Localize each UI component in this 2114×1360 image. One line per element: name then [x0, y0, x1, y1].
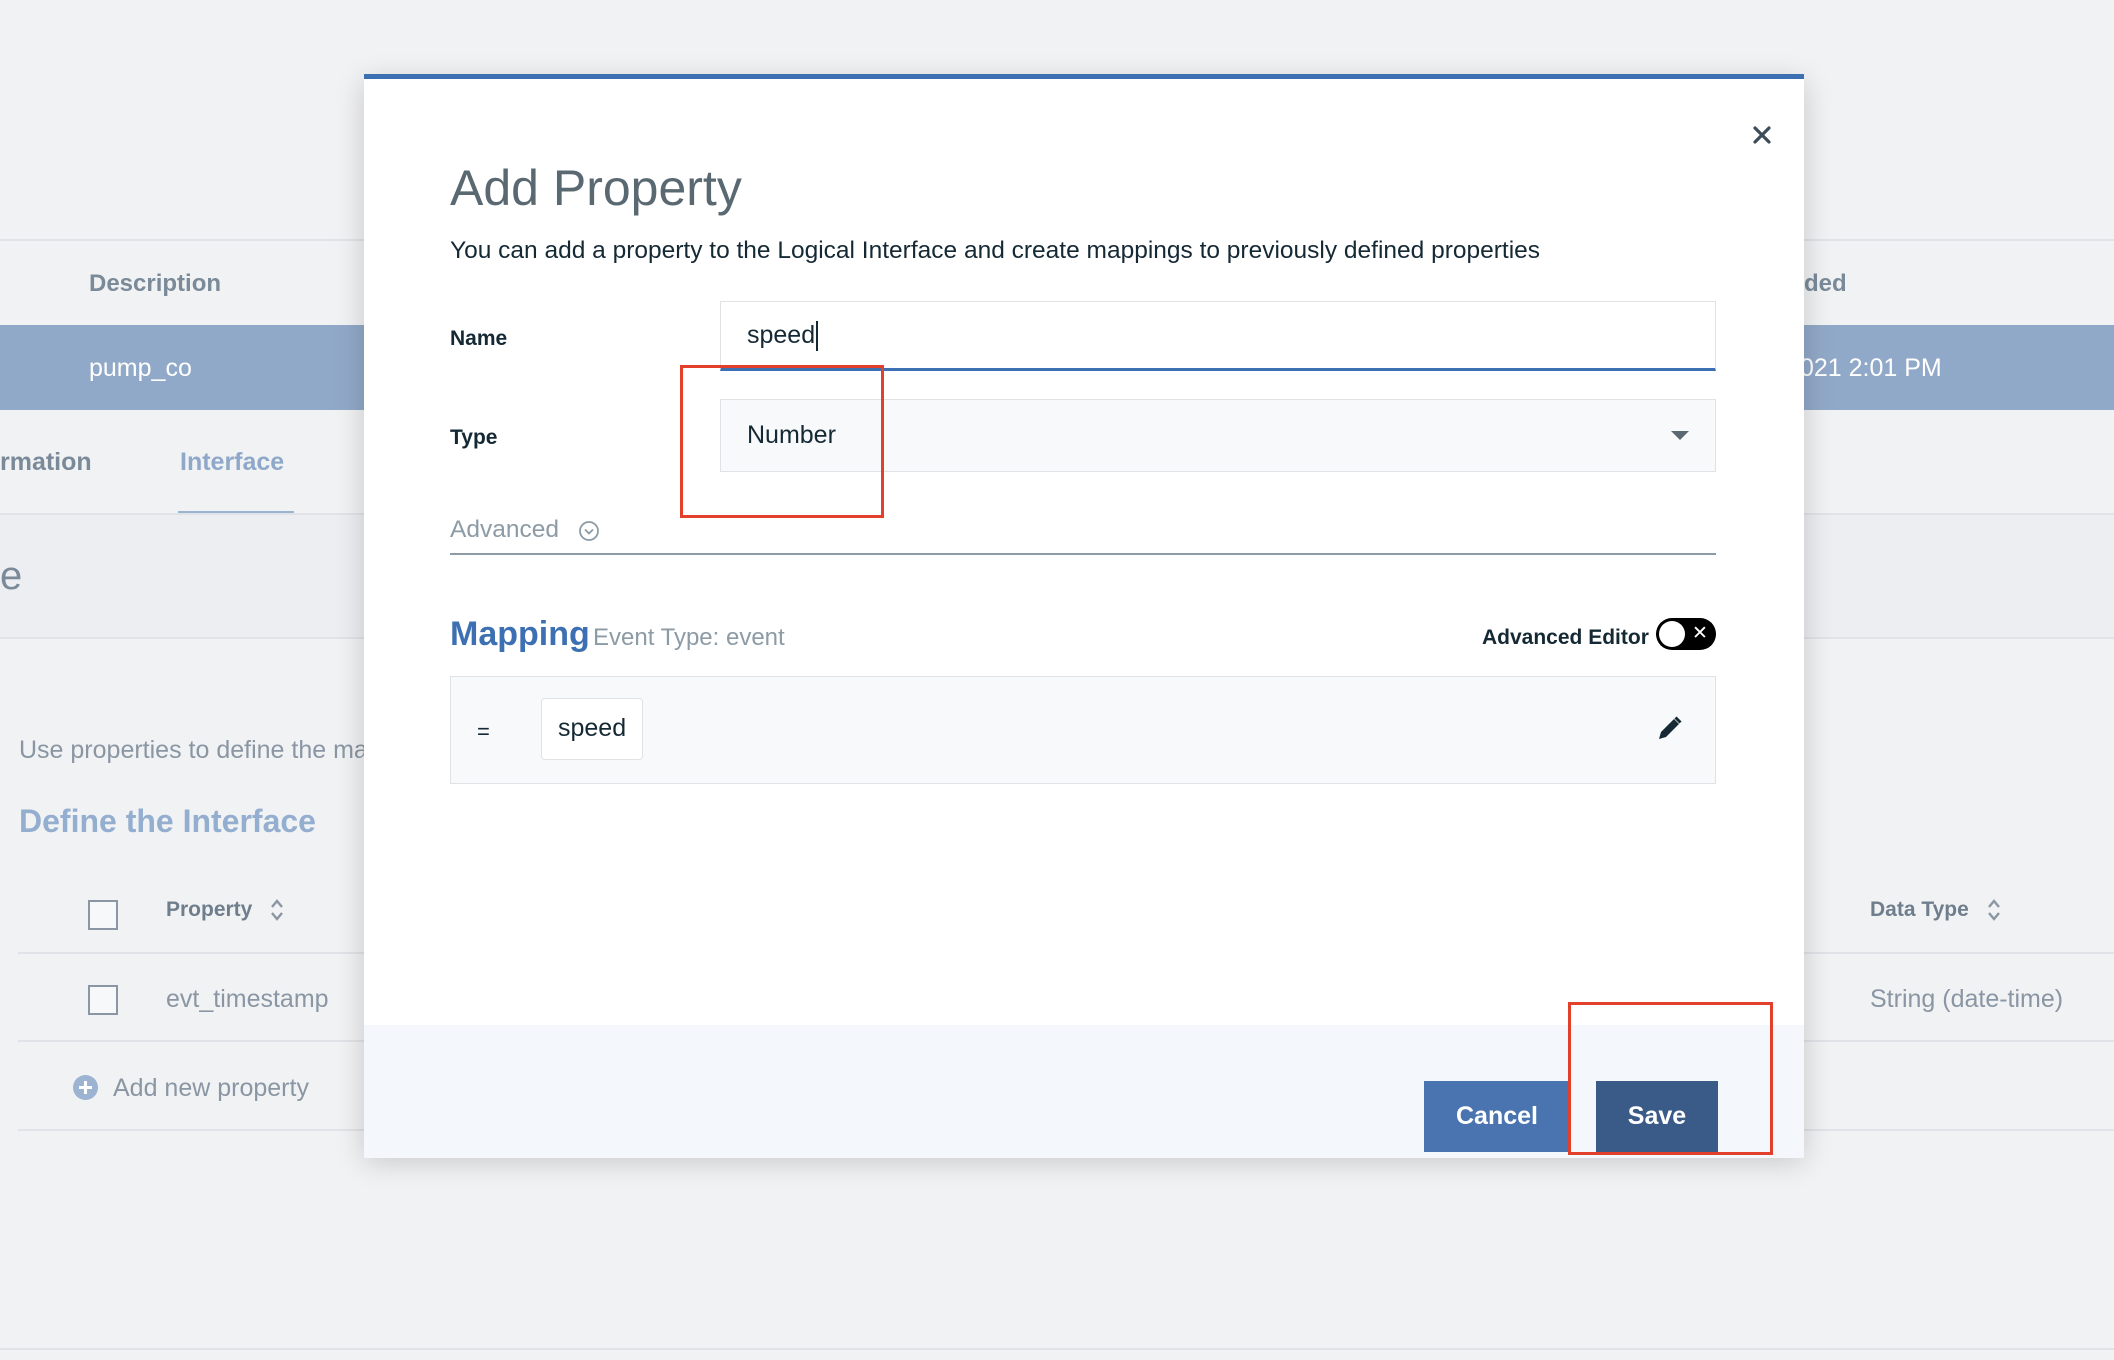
- chevron-down-icon: [1671, 431, 1689, 440]
- chevron-circle-down-icon: [579, 521, 599, 541]
- sort-icon[interactable]: [1987, 898, 2001, 922]
- mapping-value-chip[interactable]: speed: [541, 698, 644, 760]
- type-label: Type: [450, 426, 498, 449]
- column-header-property-label: Property: [166, 898, 253, 921]
- tab-interface[interactable]: Interface: [180, 448, 284, 477]
- row-date: 021 2:01 PM: [1800, 354, 1942, 382]
- advanced-label: Advanced: [450, 516, 559, 543]
- column-header-data-type-label: Data Type: [1870, 898, 1969, 921]
- advanced-toggle[interactable]: Advanced: [450, 516, 1716, 555]
- name-input-value: speed: [747, 321, 816, 349]
- select-all-checkbox[interactable]: [88, 900, 118, 930]
- row-checkbox[interactable]: [88, 985, 118, 1015]
- divider: [0, 1348, 2114, 1350]
- mapping-title: Mapping: [450, 615, 590, 653]
- mapping-operator: =: [477, 719, 490, 744]
- cancel-button[interactable]: Cancel: [1424, 1081, 1570, 1152]
- section-title: e: [0, 554, 23, 598]
- advanced-editor-toggle[interactable]: ✕: [1656, 618, 1716, 650]
- close-icon[interactable]: [1744, 117, 1780, 153]
- column-header-added[interactable]: ded: [1804, 270, 1847, 298]
- tab-information[interactable]: rmation: [0, 448, 92, 477]
- help-text: Use properties to define the ma: [19, 736, 368, 764]
- modal-subtitle: You can add a property to the Logical In…: [450, 237, 1541, 264]
- property-name-cell: evt_timestamp: [166, 985, 329, 1013]
- column-header-description[interactable]: Description: [89, 270, 221, 298]
- add-property-modal: Add Property You can add a property to t…: [364, 74, 1804, 1158]
- name-label: Name: [450, 327, 508, 350]
- text-cursor: [816, 321, 819, 352]
- define-interface-title: Define the Interface: [19, 803, 316, 839]
- toggle-knob: [1659, 621, 1685, 647]
- highlight-box-save: [1568, 1002, 1773, 1155]
- highlight-box-type: [680, 365, 884, 518]
- mapping-expression-box: = speed: [450, 676, 1716, 784]
- event-type-label: Event Type: event: [593, 624, 785, 651]
- pencil-icon[interactable]: [1653, 713, 1685, 745]
- modal-title: Add Property: [450, 160, 742, 216]
- row-description: pump_co: [89, 354, 192, 382]
- data-type-cell: String (date-time): [1870, 985, 2064, 1013]
- column-header-data-type[interactable]: Data Type: [1870, 898, 2001, 922]
- advanced-editor-label: Advanced Editor: [1482, 626, 1649, 649]
- close-icon: ✕: [1692, 623, 1708, 644]
- column-header-property[interactable]: Property: [166, 898, 284, 922]
- add-circle-icon[interactable]: [73, 1075, 98, 1100]
- name-input[interactable]: speed: [720, 301, 1716, 371]
- sort-icon[interactable]: [270, 898, 284, 922]
- add-new-property-link[interactable]: Add new property: [113, 1074, 309, 1103]
